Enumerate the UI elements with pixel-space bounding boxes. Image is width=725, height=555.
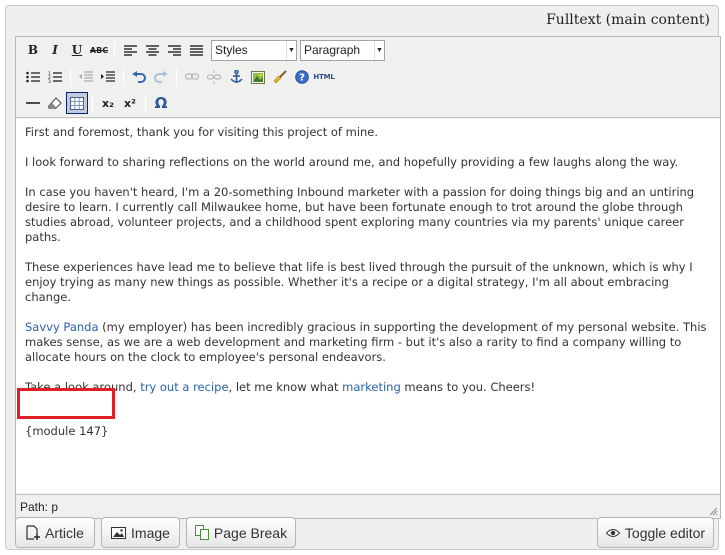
paragraph-text: means to you. Cheers! — [400, 380, 536, 394]
toolbar-separator — [92, 94, 93, 112]
element-path: Path: p — [20, 500, 59, 514]
undo-icon — [132, 70, 146, 83]
marketing-link[interactable]: marketing — [342, 380, 401, 394]
table-grid-icon — [70, 96, 84, 110]
page-break-button-label: Page Break — [213, 524, 288, 541]
redo-button[interactable] — [150, 66, 172, 88]
paragraph-text: (my employer) has been incredibly gracio… — [25, 320, 707, 364]
chevron-down-icon: ▼ — [286, 40, 296, 60]
numbered-list-button[interactable]: 123 — [44, 66, 66, 88]
horizontal-rule-button[interactable] — [22, 92, 44, 114]
eye-icon — [605, 528, 620, 538]
align-center-button[interactable] — [141, 39, 163, 61]
paragraph-text: , let me know what — [228, 380, 343, 394]
svg-text:3: 3 — [48, 79, 51, 83]
article-add-icon — [26, 525, 41, 540]
align-right-button[interactable] — [163, 39, 185, 61]
editor-content-area[interactable]: First and foremost, thank you for visiti… — [16, 119, 720, 493]
paragraph: Take a look around, try out a recipe, le… — [25, 380, 712, 395]
horizontal-rule-icon — [26, 102, 40, 104]
chevron-down-icon: ▼ — [374, 40, 384, 60]
outdent-icon — [79, 71, 93, 82]
savvy-panda-link[interactable]: Savvy Panda — [25, 320, 99, 334]
toolbar-separator — [176, 68, 177, 86]
recipe-link[interactable]: try out a recipe — [140, 380, 228, 394]
underline-button[interactable]: U — [66, 39, 88, 61]
toolbar-separator — [123, 68, 124, 86]
eraser-icon — [48, 97, 62, 109]
toggle-editor-button-label: Toggle editor — [624, 524, 706, 541]
toolbar-separator — [145, 94, 146, 112]
undo-button[interactable] — [128, 66, 150, 88]
toolbar-row-2: 123 ? HTML — [22, 64, 335, 90]
broom-icon — [273, 70, 287, 84]
align-left-icon — [123, 44, 137, 56]
toolbar-separator — [70, 68, 71, 86]
justify-button[interactable] — [185, 39, 207, 61]
resize-handle-icon[interactable] — [708, 506, 718, 516]
html-source-button[interactable]: HTML — [313, 66, 335, 88]
numbered-list-icon: 123 — [48, 71, 62, 83]
align-right-icon — [167, 44, 181, 56]
remove-format-button[interactable] — [44, 92, 66, 114]
path-statusbar: Path: p — [16, 494, 720, 518]
help-icon: ? — [295, 70, 309, 84]
indent-icon — [101, 71, 115, 82]
toggle-editor-button[interactable]: Toggle editor — [597, 517, 714, 548]
format-select-value: Paragraph — [304, 43, 361, 57]
anchor-button[interactable] — [225, 66, 247, 88]
styles-select[interactable]: Styles ▼ — [211, 39, 297, 61]
picture-icon — [111, 526, 127, 539]
copy-pages-icon — [194, 525, 209, 540]
image-icon — [251, 70, 265, 84]
paragraph: These experiences have lead me to believ… — [25, 260, 693, 304]
module-tag: {module 147} — [25, 424, 109, 438]
bullet-list-icon — [26, 71, 40, 83]
visual-aid-button[interactable] — [66, 92, 88, 114]
redo-icon — [154, 70, 168, 83]
bullet-list-button[interactable] — [22, 66, 44, 88]
format-select[interactable]: Paragraph ▼ — [300, 39, 385, 61]
paragraph: First and foremost, thank you for visiti… — [25, 125, 379, 139]
editor-panel: Fulltext (main content) B I U ABC Styles… — [5, 5, 721, 550]
cleanup-button[interactable] — [269, 66, 291, 88]
field-label: Fulltext (main content) — [546, 12, 710, 28]
toolbar-separator — [114, 41, 115, 59]
subscript-button[interactable]: x₂ — [97, 92, 119, 114]
paragraph-text: Take a look around, — [25, 380, 141, 394]
align-left-button[interactable] — [119, 39, 141, 61]
styles-select-value: Styles — [215, 43, 248, 57]
paragraph: In case you haven't heard, I'm a 20-some… — [25, 185, 695, 244]
insert-image-button[interactable] — [247, 66, 269, 88]
toolbar-row-3: x₂ x² Ω — [22, 90, 172, 116]
paragraph: Savvy Panda (my employer) has been incre… — [25, 320, 712, 365]
align-justify-icon — [189, 44, 203, 56]
svg-text:?: ? — [299, 73, 305, 84]
anchor-icon — [229, 70, 243, 83]
unlink-icon — [207, 70, 221, 84]
editor-toolbar: B I U ABC Styles ▼ Paragraph ▼ 1 2 3 ? H… — [16, 37, 720, 118]
strikethrough-button[interactable]: ABC — [88, 39, 110, 61]
unlink-button[interactable] — [203, 66, 225, 88]
link-icon — [185, 73, 199, 80]
paragraph: I look forward to sharing reflections on… — [25, 155, 679, 169]
toolbar-row-1: B I U ABC Styles ▼ Paragraph ▼ — [22, 37, 388, 63]
help-button[interactable]: ? — [291, 66, 313, 88]
page-break-button[interactable]: Page Break — [186, 517, 296, 548]
image-button[interactable]: Image — [101, 517, 180, 548]
italic-button[interactable]: I — [44, 39, 66, 61]
article-button-label: Article — [45, 524, 84, 541]
superscript-button[interactable]: x² — [119, 92, 141, 114]
article-button[interactable]: Article — [15, 517, 95, 548]
bold-button[interactable]: B — [22, 39, 44, 61]
rich-text-editor: B I U ABC Styles ▼ Paragraph ▼ 1 2 3 ? H… — [15, 36, 721, 519]
align-center-icon — [145, 44, 159, 56]
special-character-button[interactable]: Ω — [150, 92, 172, 114]
image-button-label: Image — [131, 524, 170, 541]
indent-button[interactable] — [97, 66, 119, 88]
insert-link-button[interactable] — [181, 66, 203, 88]
outdent-button[interactable] — [75, 66, 97, 88]
